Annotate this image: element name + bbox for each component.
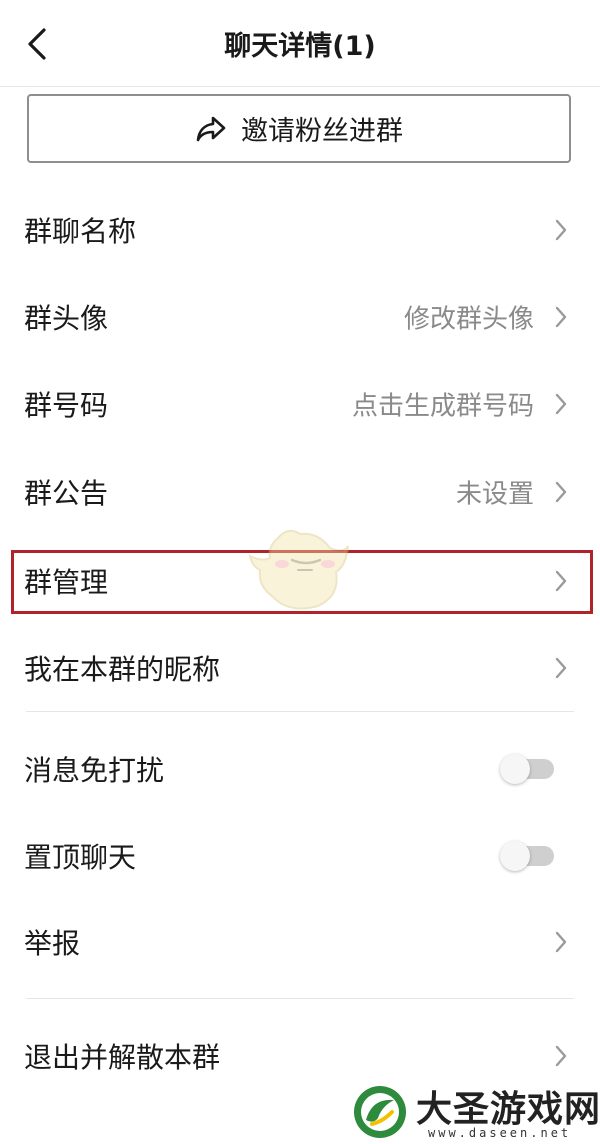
setting-row-pin-chat: 置顶聊天 <box>0 816 600 896</box>
invite-fans-button[interactable]: 邀请粉丝进群 <box>27 94 571 163</box>
setting-label: 群号码 <box>24 389 109 422</box>
setting-label: 群公告 <box>24 477 109 510</box>
setting-row-group-name[interactable]: 群聊名称 <box>0 190 600 270</box>
setting-label: 举报 <box>24 927 81 960</box>
page-title: 聊天详情(1) <box>224 31 376 62</box>
section-divider <box>26 711 574 712</box>
brand-url: www.daseen.net <box>428 1126 572 1140</box>
chevron-right-icon <box>554 305 568 329</box>
mascot-watermark-icon <box>248 529 349 610</box>
setting-label: 置顶聊天 <box>24 841 137 874</box>
toggle-knob <box>500 841 530 871</box>
chevron-right-icon <box>554 1044 568 1068</box>
toggle-knob <box>500 754 530 784</box>
setting-label: 退出并解散本群 <box>24 1041 221 1074</box>
setting-value: 修改群头像 <box>403 304 534 335</box>
invite-fans-label: 邀请粉丝进群 <box>241 116 403 147</box>
setting-row-group-announcement[interactable]: 群公告 未设置 <box>0 452 600 532</box>
chevron-right-icon <box>554 392 568 416</box>
setting-row-group-number[interactable]: 群号码 点击生成群号码 <box>0 364 600 444</box>
chevron-right-icon <box>554 656 568 680</box>
setting-label: 群管理 <box>24 566 109 599</box>
chevron-right-icon <box>554 569 568 593</box>
section-divider <box>26 998 574 999</box>
share-icon <box>195 115 227 143</box>
top-nav-bar: 聊天详情(1) <box>0 0 600 87</box>
brand-name: 大圣游戏网 <box>416 1088 600 1130</box>
setting-label: 消息免打扰 <box>24 754 165 787</box>
setting-value: 点击生成群号码 <box>351 391 534 422</box>
setting-row-my-nickname[interactable]: 我在本群的昵称 <box>0 628 600 708</box>
do-not-disturb-toggle[interactable] <box>500 754 556 784</box>
setting-label: 群头像 <box>24 302 109 335</box>
setting-label: 群聊名称 <box>24 215 137 248</box>
chevron-right-icon <box>554 930 568 954</box>
chevron-right-icon <box>554 480 568 504</box>
site-watermark: 大圣游戏网 www.daseen.net <box>352 1078 600 1144</box>
pin-chat-toggle[interactable] <box>500 841 556 871</box>
brand-logo-icon <box>354 1086 406 1138</box>
chevron-right-icon <box>554 218 568 242</box>
setting-row-report[interactable]: 举报 <box>0 902 600 982</box>
setting-label: 我在本群的昵称 <box>24 653 221 686</box>
setting-value: 未设置 <box>455 479 534 510</box>
setting-row-group-avatar[interactable]: 群头像 修改群头像 <box>0 277 600 357</box>
setting-row-do-not-disturb: 消息免打扰 <box>0 729 600 809</box>
